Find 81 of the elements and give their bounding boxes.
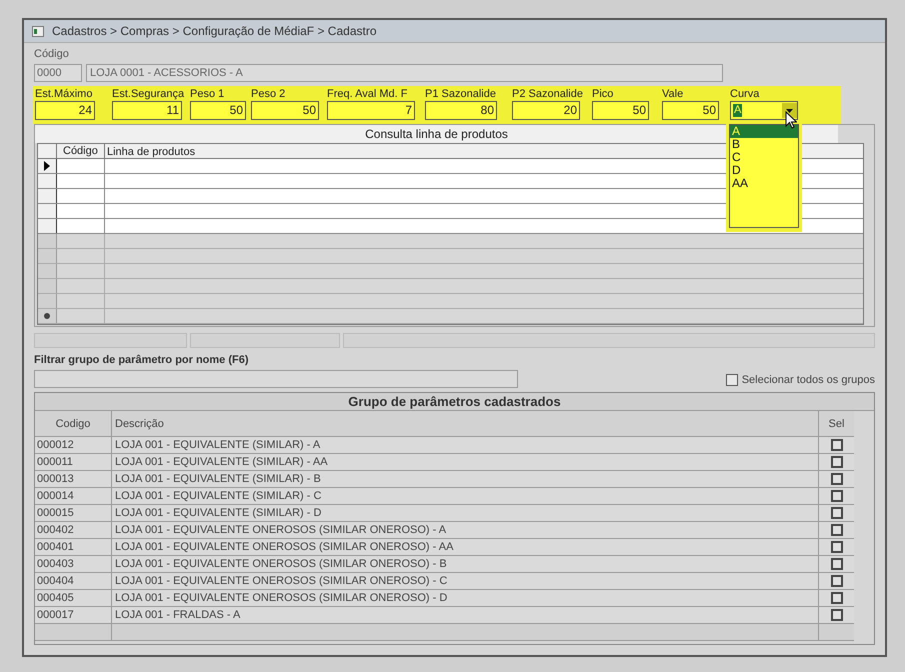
row-header[interactable] <box>38 174 57 188</box>
number-field[interactable]: 11 <box>112 100 182 120</box>
new-row-icon <box>44 312 50 318</box>
row-checkbox[interactable] <box>830 456 842 468</box>
row-checkbox[interactable] <box>830 473 842 485</box>
field-label: P1 Sazonalide <box>425 88 497 100</box>
column-header: Descrição <box>112 411 819 436</box>
number-field[interactable]: 7 <box>327 100 415 120</box>
table-cell: 000017 <box>35 607 112 623</box>
number-field[interactable]: 80 <box>425 100 497 120</box>
dropdown-option[interactable]: AA <box>730 176 798 190</box>
number-field[interactable]: 20 <box>512 100 580 120</box>
table-cell: LOJA 001 - EQUIVALENTE ONEROSOS (SIMILAR ONEROSO) - AA <box>112 539 819 555</box>
table-cell: 000403 <box>35 556 112 572</box>
table-cell: 000402 <box>35 522 112 538</box>
table-cell: LOJA 001 - EQUIVALENTE ONEROSOS (SIMILAR ONEROSO) - A <box>112 522 819 538</box>
table-cell: 000012 <box>35 437 112 453</box>
field-label: Peso 2 <box>251 88 286 100</box>
select-all-checkbox[interactable]: Selecionar todos os grupos <box>726 372 875 388</box>
field-label: P2 Sazonalide <box>512 88 580 100</box>
row-checkbox[interactable] <box>830 439 842 451</box>
column-header: Código <box>57 144 105 158</box>
number-field[interactable]: 50 <box>662 100 719 120</box>
table-cell: LOJA 001 - FRALDAS - A <box>112 607 819 623</box>
dropdown-option[interactable]: D <box>730 164 798 176</box>
filter-label: Filtrar grupo de parâmetro por nome (F6) <box>34 352 250 368</box>
table-cell: LOJA 001 - EQUIVALENTE (SIMILAR) - A <box>112 437 819 453</box>
table-cell: 000401 <box>35 539 112 555</box>
table-title: Grupo de parâmetros cadastrados <box>35 393 874 411</box>
number-field[interactable]: 24 <box>35 100 95 120</box>
number-field[interactable]: 50 <box>251 100 319 120</box>
row-checkbox[interactable] <box>830 490 842 502</box>
row-checkbox[interactable] <box>830 507 842 519</box>
column-header: Codigo <box>35 411 112 436</box>
table-cell: LOJA 001 - EQUIVALENTE (SIMILAR) - B <box>112 471 819 487</box>
field-label: Vale <box>662 88 684 100</box>
row-header[interactable] <box>38 188 57 202</box>
table-cell: 000405 <box>35 590 112 606</box>
row-checkbox[interactable] <box>830 575 842 587</box>
column-header: Linha de produtos <box>107 146 196 158</box>
number-field[interactable]: 50 <box>190 100 246 120</box>
field-label: Curva <box>730 88 760 100</box>
table-cell: LOJA 001 - EQUIVALENTE ONEROSOS (SIMILAR ONEROSO) - C <box>112 573 819 589</box>
row-checkbox[interactable] <box>830 609 842 621</box>
table-cell: LOJA 001 - EQUIVALENTE (SIMILAR) - AA <box>112 454 819 470</box>
window-title: Cadastros > Compras > Configuração de MédiaF > Cadastro <box>52 23 376 40</box>
number-field[interactable]: 50 <box>592 100 649 120</box>
row-checkbox[interactable] <box>830 558 842 570</box>
dropdown-option[interactable]: A <box>730 124 798 138</box>
table-cell: 000015 <box>35 505 112 521</box>
row-header[interactable] <box>38 158 57 172</box>
table-cell: LOJA 001 - EQUIVALENTE ONEROSOS (SIMILAR ONEROSO) - D <box>112 590 819 606</box>
field-label: Est.Segurança <box>112 88 182 100</box>
name-field[interactable]: LOJA 0001 - ACESSORIOS - A <box>86 64 723 82</box>
row-checkbox[interactable] <box>830 524 842 536</box>
code-field[interactable]: 0000 <box>34 64 82 82</box>
table-cell: 000014 <box>35 488 112 504</box>
current-row-icon <box>44 160 50 170</box>
curva-dropdown[interactable]: A <box>730 100 798 120</box>
row-header[interactable] <box>38 218 57 232</box>
table-cell: 000013 <box>35 471 112 487</box>
table-cell: LOJA 001 - EQUIVALENTE ONEROSOS (SIMILAR ONEROSO) - B <box>112 556 819 572</box>
field-label: Peso 1 <box>190 88 226 100</box>
field-label: Freq. Aval Md. F <box>327 88 408 100</box>
app-icon <box>32 26 44 36</box>
dropdown-option[interactable]: B <box>730 138 798 150</box>
row-header[interactable] <box>38 308 57 322</box>
row-checkbox[interactable] <box>830 592 842 604</box>
field-label: Est.Máximo <box>35 88 94 100</box>
mouse-cursor-icon <box>785 110 797 128</box>
field-label: Pico <box>592 88 614 100</box>
table-cell: LOJA 001 - EQUIVALENTE (SIMILAR) - D <box>112 505 819 521</box>
field-label: Código <box>34 47 70 62</box>
row-checkbox[interactable] <box>830 541 842 553</box>
filter-field[interactable] <box>34 370 518 388</box>
table-cell: 000011 <box>35 454 112 470</box>
row-header[interactable] <box>38 204 57 218</box>
column-header: Sel <box>828 417 846 432</box>
table-cell: 000404 <box>35 573 112 589</box>
dropdown-option[interactable]: C <box>730 150 798 164</box>
table-cell: LOJA 001 - EQUIVALENTE (SIMILAR) - C <box>112 488 819 504</box>
